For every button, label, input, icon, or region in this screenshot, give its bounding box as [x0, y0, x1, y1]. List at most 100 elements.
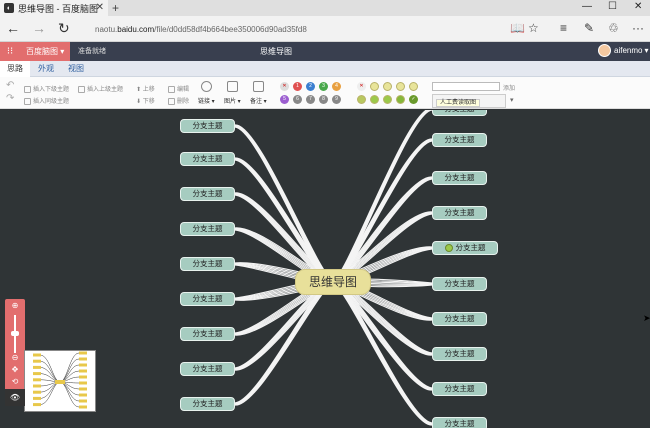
branch-node-left[interactable]: 分支主题	[180, 362, 235, 376]
new-tab-button[interactable]: +	[112, 1, 119, 15]
tab-close-icon[interactable]: ✕	[96, 2, 104, 13]
minimap-preview	[33, 351, 87, 409]
tag-suggestion-list[interactable]: 人工费读取图	[432, 94, 506, 108]
branch-node-left[interactable]: 分支主题	[180, 187, 235, 201]
back-icon[interactable]: ←	[6, 20, 20, 36]
branch-node-right[interactable]: 分支主题	[432, 277, 487, 291]
move-down-button[interactable]: ⬇ 下移	[136, 96, 155, 105]
progress-3-icon[interactable]	[409, 82, 418, 91]
priority-6[interactable]: 6	[293, 95, 302, 104]
tag-input[interactable]	[432, 82, 500, 91]
browser-titlebar: ◐ 思维导图 - 百度脑图 ✕ + — ☐ ✕	[0, 0, 650, 16]
edit-button[interactable]: 编辑	[168, 84, 189, 93]
url-field[interactable]: naotu.baidu.com/file/d0dd58df4b664bee350…	[95, 22, 500, 37]
priority-5[interactable]: 5	[280, 95, 289, 104]
priority-4[interactable]: 4	[332, 82, 341, 91]
tag-add-button[interactable]: 添加	[503, 83, 515, 92]
branch-node-right[interactable]: 分支主题	[432, 171, 487, 185]
arrow-up-icon: ⬆	[136, 87, 142, 93]
edit-icon	[168, 85, 175, 93]
branch-node-right[interactable]: 分支主题	[432, 110, 487, 116]
document-title[interactable]: 思维导图	[0, 42, 552, 61]
minimap[interactable]	[24, 350, 96, 412]
image-button[interactable]: 图片 ▾	[224, 96, 241, 105]
tag-suggestion[interactable]: 人工费读取图	[436, 99, 481, 107]
address-bar-row: ← → ↻ naotu.baidu.com/file/d0dd58df4b664…	[0, 16, 650, 42]
arrow-down-icon: ⬇	[136, 99, 142, 105]
close-window-button[interactable]: ✕	[634, 1, 642, 12]
zoom-in-icon[interactable]: ⊕	[5, 301, 25, 310]
tab-view[interactable]: 视图	[61, 61, 91, 77]
tab-title: 思维导图 - 百度脑图	[18, 3, 98, 14]
branch-node-right[interactable]: 分支主题	[432, 312, 487, 326]
clear-progress-icon[interactable]: ✕	[357, 82, 366, 91]
web-note-icon[interactable]: ✎	[584, 21, 594, 35]
progress-1-icon[interactable]	[383, 82, 392, 91]
clear-priority-icon[interactable]: ✕	[280, 82, 289, 91]
eye-icon[interactable]: 👁	[5, 389, 25, 406]
zoom-out-icon[interactable]: ⊖	[5, 353, 25, 362]
branch-node-left[interactable]: 分支主题	[180, 397, 235, 411]
note-button[interactable]: 备注 ▾	[250, 96, 267, 105]
branch-node-right[interactable]: 分支主题	[432, 417, 487, 428]
branch-node-left[interactable]: 分支主题	[180, 152, 235, 166]
progress-5-icon[interactable]	[370, 95, 379, 104]
priority-2[interactable]: 2	[306, 82, 315, 91]
priority-1[interactable]: 1	[293, 82, 302, 91]
branch-node-left[interactable]: 分支主题	[180, 222, 235, 236]
branch-node-right[interactable]: 分支主题	[432, 241, 498, 255]
app-header: ⁝⁝ 百度脑图 ▾ 准备就绪 思维导图 aifenmo ▾	[0, 42, 650, 61]
maximize-button[interactable]: ☐	[608, 1, 617, 12]
move-hand-icon[interactable]: ✥	[5, 365, 25, 374]
branch-node-right[interactable]: 分支主题	[432, 206, 487, 220]
more-icon[interactable]: ···	[632, 21, 644, 35]
favorite-star-icon[interactable]: ☆	[528, 21, 539, 35]
progress-7-icon[interactable]	[396, 95, 405, 104]
insert-child-button[interactable]: 插入下级主题	[24, 84, 69, 93]
tab-idea[interactable]: 思路	[0, 61, 30, 77]
branch-node-right[interactable]: 分支主题	[432, 347, 487, 361]
root-node[interactable]: 思维导图	[295, 269, 371, 295]
insert-child-icon	[24, 85, 31, 93]
progress-6-icon[interactable]	[383, 95, 392, 104]
locate-root-icon[interactable]: ⟲	[5, 377, 25, 386]
refresh-icon[interactable]: ↻	[58, 20, 70, 37]
branch-node-label: 分支主题	[455, 243, 486, 252]
delete-button[interactable]: 删除	[168, 96, 189, 105]
priority-8[interactable]: 8	[319, 95, 328, 104]
reading-view-icon[interactable]: 📖	[510, 21, 525, 35]
mindmap-canvas[interactable]: 分支主题 分支主题 分支主题 分支主题 分支主题 分支主题 分支主题 分支主题 分支主题 分支主…	[0, 110, 650, 428]
browser-tab[interactable]: ◐ 思维导图 - 百度脑图 ✕	[0, 0, 108, 16]
user-menu[interactable]: aifenmo ▾	[598, 44, 648, 57]
tab-appearance[interactable]: 外观	[31, 61, 61, 77]
hub-icon[interactable]: ≡	[560, 21, 567, 35]
priority-3[interactable]: 3	[319, 82, 328, 91]
link-button[interactable]: 链接 ▾	[198, 96, 215, 105]
progress-4-icon[interactable]	[357, 95, 366, 104]
branch-node-right[interactable]: 分支主题	[432, 382, 487, 396]
priority-7[interactable]: 7	[306, 95, 315, 104]
image-icon[interactable]	[227, 81, 238, 92]
forward-icon[interactable]: →	[32, 20, 46, 36]
priority-9[interactable]: 9	[332, 95, 341, 104]
link-icon[interactable]	[201, 81, 212, 92]
insert-parent-button[interactable]: 插入上级主题	[78, 84, 123, 93]
minimize-button[interactable]: —	[582, 1, 592, 12]
progress-done-icon[interactable]: ✓	[409, 95, 418, 104]
note-icon[interactable]	[253, 81, 264, 92]
branch-node-left[interactable]: 分支主题	[180, 292, 235, 306]
zoom-slider-handle[interactable]	[11, 331, 19, 336]
branch-node-left[interactable]: 分支主题	[180, 257, 235, 271]
move-up-button[interactable]: ⬆ 上移	[136, 84, 155, 93]
branch-node-left[interactable]: 分支主题	[180, 327, 235, 341]
branch-node-left[interactable]: 分支主题	[180, 119, 235, 133]
progress-0-icon[interactable]	[370, 82, 379, 91]
insert-sibling-button[interactable]: 插入同级主题	[24, 96, 69, 105]
progress-2-icon[interactable]	[396, 82, 405, 91]
avatar	[598, 44, 611, 57]
redo-icon[interactable]: ↷	[6, 93, 14, 104]
share-icon[interactable]: ♲	[608, 21, 619, 35]
tag-dropdown-icon[interactable]: ▾	[510, 96, 514, 104]
undo-icon[interactable]: ↶	[6, 80, 14, 91]
branch-node-right[interactable]: 分支主题	[432, 133, 487, 147]
